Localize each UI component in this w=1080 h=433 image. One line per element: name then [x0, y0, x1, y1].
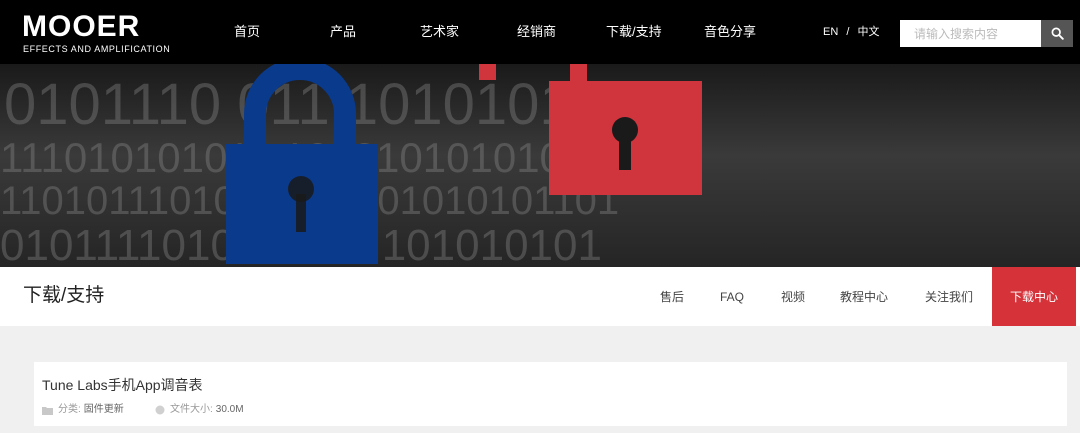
category-value: 固件更新	[83, 404, 124, 415]
download-title[interactable]: Tune Labs手机App调音表	[42, 375, 203, 395]
page-title: 下载/支持	[23, 285, 105, 306]
folder-icon	[42, 406, 53, 415]
subnav-item-video[interactable]: 视频	[781, 288, 805, 306]
file-size-dot-icon	[155, 405, 165, 415]
file-size-value: 30.0M	[215, 404, 244, 415]
nav-item-products[interactable]: 产品	[330, 22, 356, 42]
banner-illustration: 0101110 011 1010101011 111010101011 1010…	[0, 64, 1080, 267]
lang-separator: /	[846, 26, 850, 38]
subnav-item-download-center[interactable]: 下载中心	[992, 267, 1076, 326]
subnav-item-follow-us[interactable]: 关注我们	[925, 288, 973, 306]
subnav-item-faq[interactable]: FAQ	[720, 288, 744, 306]
nav-item-dealers[interactable]: 经销商	[517, 22, 556, 42]
download-category: 分类: 固件更新	[42, 403, 124, 417]
nav-item-download-support[interactable]: 下载/支持	[606, 22, 662, 42]
nav-item-artists[interactable]: 艺术家	[420, 22, 459, 42]
logo-tagline: EFFECTS AND AMPLIFICATION	[23, 44, 171, 54]
file-size-label: 文件大小:	[170, 404, 213, 415]
mooer-logo[interactable]: MOOER EFFECTS AND AMPLIFICATION	[22, 11, 182, 55]
subnav-item-tutorials[interactable]: 教程中心	[840, 288, 888, 306]
hero-banner: 0101110 011 1010101011 111010101011 1010…	[0, 64, 1080, 267]
language-switcher: EN / 中文	[823, 23, 879, 41]
nav-item-home[interactable]: 首页	[234, 22, 260, 42]
logo-wordmark: MOOER	[22, 10, 141, 43]
lang-zh-link[interactable]: 中文	[857, 26, 879, 38]
lang-en-link[interactable]: EN	[823, 26, 838, 38]
top-navigation-bar: MOOER EFFECTS AND AMPLIFICATION 首页 产品 艺术…	[0, 0, 1080, 64]
subnav-item-after-sales[interactable]: 售后	[660, 288, 684, 306]
search-button[interactable]	[1041, 20, 1073, 47]
search-icon	[1051, 27, 1064, 40]
search-input[interactable]	[900, 20, 1041, 47]
sub-navigation: 下载/支持 售后 FAQ 视频 教程中心 关注我们 下载中心	[0, 267, 1080, 326]
nav-item-tone-share[interactable]: 音色分享	[704, 22, 756, 42]
download-file-size: 文件大小: 30.0M	[155, 403, 244, 417]
category-label: 分类:	[58, 404, 81, 415]
download-list-item[interactable]: Tune Labs手机App调音表 分类: 固件更新 文件大小: 30.0M	[34, 362, 1067, 426]
